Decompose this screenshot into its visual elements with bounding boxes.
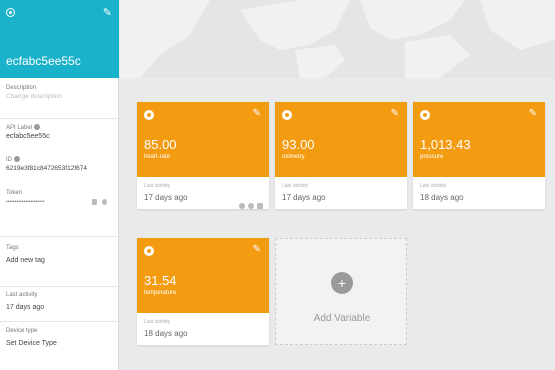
device-name: ecfabc5ee55c <box>6 54 81 68</box>
info-icon[interactable] <box>34 124 41 131</box>
edit-device-icon[interactable]: ✎ <box>103 6 112 19</box>
info-icon[interactable] <box>248 203 254 209</box>
token-label: Token <box>6 190 23 196</box>
device-location-icon[interactable] <box>6 8 15 17</box>
variable-name: temperature <box>144 290 177 296</box>
edit-variable-icon[interactable]: ✎ <box>529 108 537 119</box>
token-field: Token •••••••••••••••••••••• <box>6 189 114 207</box>
last-activity-value: 18 days ago <box>420 193 464 202</box>
add-tag-input[interactable]: Add new tag <box>6 256 114 266</box>
id-label: ID <box>6 157 12 163</box>
device-type-value[interactable]: Set Device Type <box>6 339 114 349</box>
settings-icon[interactable] <box>239 203 245 209</box>
divider <box>0 286 119 287</box>
last-activity-label: Last activity <box>144 319 171 325</box>
edit-variable-icon[interactable]: ✎ <box>253 108 261 119</box>
last-activity-label: Last activity <box>144 183 171 189</box>
last-activity-field: Last activity 17 days ago <box>6 291 114 313</box>
id-value: 6219e3f81c8472653f12f674 <box>6 165 87 172</box>
device-location-map[interactable] <box>120 0 555 78</box>
variable-card-temperature[interactable]: ✎ 31.54 temperature Last activity 18 day… <box>137 238 269 345</box>
delete-icon[interactable] <box>257 203 263 209</box>
variable-card-oximetry[interactable]: ✎ 93.00 oximetry Last activity 17 days a… <box>275 102 407 209</box>
api-label-label: API Label <box>6 125 33 131</box>
tags-field: Tags Add new tag <box>6 244 114 266</box>
api-label-value[interactable]: ecfabc5ee55c <box>6 132 114 142</box>
last-activity-value: 17 days ago <box>6 304 45 311</box>
divider <box>0 236 119 237</box>
variable-name: oximetry <box>282 154 305 160</box>
copy-icon[interactable] <box>92 199 97 205</box>
token-value: •••••••••••••••••••••• <box>6 199 45 205</box>
refresh-icon[interactable] <box>102 199 107 205</box>
plus-icon: + <box>331 272 353 294</box>
variable-value: 1,013.43 <box>420 137 471 152</box>
divider <box>0 321 119 322</box>
edit-variable-icon[interactable]: ✎ <box>391 108 399 119</box>
variable-card-pressure[interactable]: ✎ 1,013.43 pressure Last activity 18 day… <box>413 102 545 209</box>
variable-icon <box>144 246 154 256</box>
description-input[interactable]: Change description <box>6 92 114 102</box>
last-activity-label: Last activity <box>6 292 38 298</box>
info-icon[interactable] <box>14 156 20 163</box>
device-header: ✎ ecfabc5ee55c <box>0 0 119 78</box>
variable-value: 31.54 <box>144 273 177 288</box>
device-type-label: Device type <box>6 328 38 334</box>
variable-icon <box>282 110 292 120</box>
add-variable-button[interactable]: + Add Variable <box>275 238 407 345</box>
variable-icon <box>144 110 154 120</box>
api-label-field: API Label ecfabc5ee55c <box>6 124 114 142</box>
last-activity-label: Last activity <box>420 183 447 189</box>
device-sidebar: ✎ ecfabc5ee55c Description Change descri… <box>0 0 119 370</box>
description-label: Description <box>6 85 37 91</box>
variable-name: heart-rate <box>144 154 171 160</box>
variable-card-heart-rate[interactable]: ✎ 85.00 heart-rate Last activity 17 days… <box>137 102 269 209</box>
add-variable-label: Add Variable <box>313 313 371 324</box>
variable-icon <box>420 110 430 120</box>
device-type-field: Device type Set Device Type <box>6 327 114 349</box>
last-activity-label: Last activity <box>282 183 309 189</box>
description-field: Description Change description <box>6 84 114 102</box>
id-field: ID 6219e3f81c8472653f12f674 <box>6 156 114 174</box>
variable-value: 93.00 <box>282 137 315 152</box>
variable-name: pressure <box>420 154 444 160</box>
divider <box>0 118 119 119</box>
tags-label: Tags <box>6 245 19 251</box>
edit-variable-icon[interactable]: ✎ <box>253 244 261 255</box>
last-activity-value: 17 days ago <box>282 193 326 202</box>
variable-value: 85.00 <box>144 137 177 152</box>
variable-actions <box>236 196 263 214</box>
last-activity-value: 18 days ago <box>144 329 188 338</box>
world-map <box>120 0 555 78</box>
last-activity-value: 17 days ago <box>144 193 188 202</box>
